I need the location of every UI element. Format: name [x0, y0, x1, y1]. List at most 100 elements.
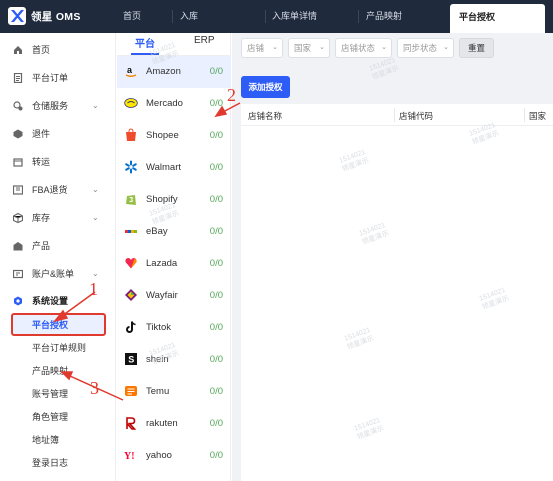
annotation-step-2: 2 — [227, 85, 236, 105]
tab-product-mapping[interactable]: 产品映射 — [366, 0, 402, 33]
table-header: 店铺名称 店铺代码 国家 — [241, 104, 553, 126]
sidebar-subitem-order-rules[interactable]: 平台订单规则 — [32, 339, 86, 357]
order-icon — [13, 73, 23, 83]
product-icon — [13, 242, 23, 251]
shopify-icon — [124, 192, 138, 206]
platform-row-tiktok[interactable]: Tiktok 0/0 — [117, 312, 231, 344]
sidebar-item-label: 系统设置 — [32, 296, 69, 306]
chevron-down-icon: ⌄ — [381, 44, 387, 51]
logo-icon — [8, 7, 26, 25]
home-icon — [14, 46, 22, 54]
sidebar-item-label: 平台订单 — [32, 73, 69, 83]
shein-icon: S — [124, 352, 138, 366]
sidebar-item-home[interactable]: 首页 — [0, 39, 116, 61]
reset-button[interactable]: 重置 — [459, 38, 494, 58]
platform-row-wayfair[interactable]: Wayfair 0/0 — [117, 280, 231, 312]
column-divider — [394, 108, 395, 122]
shopee-icon — [124, 128, 138, 142]
sidebar-item-accounts-billing[interactable]: 账户&账单 ⌄ — [0, 263, 116, 285]
column-divider — [524, 108, 525, 122]
platform-row-rakuten[interactable]: rakuten 0/0 — [117, 408, 231, 440]
sidebar-item-inventory[interactable]: 库存 ⌄ — [0, 207, 116, 229]
store-select-placeholder: 店铺 — [247, 43, 265, 53]
platform-count: 0/0 — [209, 130, 223, 141]
temu-icon — [124, 384, 138, 398]
sidebar-item-label: 产品 — [32, 241, 51, 251]
tab-inbound[interactable]: 入库 — [180, 0, 198, 33]
sidebar-subitem-login-log[interactable]: 登录日志 — [32, 454, 68, 472]
column-header-store-code: 店铺代码 — [399, 111, 434, 121]
platform-count: 0/0 — [209, 194, 223, 205]
sidebar-subitem-account-management[interactable]: 账号管理 — [32, 385, 68, 403]
sidebar-item-returns[interactable]: 退件 — [0, 123, 116, 145]
platform-row-temu[interactable]: Temu 0/0 — [117, 376, 231, 408]
sidebar-subitem-address-book[interactable]: 地址簿 — [32, 431, 59, 449]
sidebar: 首页 平台订单 仓储服务 ⌄ 退件 转运 FBA退货 ⌄ 库存 ⌄ 产品 账户&… — [0, 33, 116, 481]
svg-text:Y!: Y! — [124, 451, 135, 462]
sidebar-item-label: 账户&账单 — [32, 269, 75, 279]
platform-row-yahoo[interactable]: Y! yahoo 0/0 — [117, 440, 231, 472]
account-icon — [13, 269, 23, 279]
sidebar-item-system-settings[interactable]: 系统设置 — [0, 290, 116, 312]
platform-count: 0/0 — [209, 290, 223, 301]
sync-status-placeholder: 同步状态 — [403, 43, 438, 53]
sidebar-item-warehouse-service[interactable]: 仓储服务 ⌄ — [0, 95, 116, 117]
sidebar-item-fba-returns[interactable]: FBA退货 ⌄ — [0, 179, 116, 201]
store-status-select[interactable]: 店铺状态 ⌄ — [335, 38, 392, 58]
transfer-icon — [13, 158, 23, 167]
sidebar-item-platform-orders[interactable]: 平台订单 — [0, 67, 116, 89]
main-content: 店铺 ⌄ 国家 ⌄ 店铺状态 ⌄ 同步状态 ⌄ 重置 添加授权 店铺名称 店铺代… — [232, 33, 553, 481]
store-select[interactable]: 店铺 ⌄ — [241, 38, 283, 58]
platform-row-ebay[interactable]: eBay 0/0 — [117, 216, 231, 248]
platform-count: 0/0 — [209, 226, 223, 237]
sidebar-item-products[interactable]: 产品 — [0, 235, 116, 257]
chevron-down-icon: ⌄ — [92, 213, 99, 222]
chevron-down-icon: ⌄ — [443, 44, 449, 51]
platform-panel: 平台 ERP a Amazon 0/0 Mercado 0/0 Shopee 0… — [117, 33, 231, 481]
platform-count: 0/0 — [209, 162, 223, 173]
sync-status-select[interactable]: 同步状态 ⌄ — [397, 38, 454, 58]
sidebar-item-label: 首页 — [32, 45, 51, 55]
chevron-down-icon: ⌄ — [272, 44, 278, 51]
platform-count: 0/0 — [209, 386, 223, 397]
platform-row-shopee[interactable]: Shopee 0/0 — [117, 120, 231, 152]
platform-name: eBay — [146, 226, 168, 237]
chevron-down-icon: ⌄ — [92, 185, 99, 194]
platform-name: Tiktok — [146, 322, 171, 333]
yahoo-icon: Y! — [124, 448, 138, 462]
platform-row-lazada[interactable]: Lazada 0/0 — [117, 248, 231, 280]
platform-count: 0/0 — [209, 98, 223, 109]
walmart-icon — [124, 160, 138, 174]
platform-name: yahoo — [146, 450, 172, 461]
platform-name: rakuten — [146, 418, 178, 429]
sidebar-item-transfer[interactable]: 转运 — [0, 151, 116, 173]
store-status-placeholder: 店铺状态 — [341, 43, 376, 53]
platform-name: Temu — [146, 386, 170, 397]
lazada-icon — [124, 256, 138, 270]
tab-erp[interactable]: ERP — [194, 35, 215, 46]
tab-divider — [172, 10, 173, 23]
sidebar-item-label: 转运 — [32, 157, 51, 167]
platform-row-amazon[interactable]: a Amazon 0/0 — [117, 56, 231, 88]
warehouse-icon — [13, 101, 23, 111]
platform-name: Walmart — [146, 162, 182, 173]
sidebar-subitem-platform-auth[interactable]: 平台授权 — [11, 313, 106, 336]
tab-platform-auth[interactable]: 平台授权 — [450, 4, 545, 33]
sidebar-subitem-label: 平台授权 — [32, 320, 69, 330]
platform-row-walmart[interactable]: Walmart 0/0 — [117, 152, 231, 184]
country-select-placeholder: 国家 — [294, 43, 312, 53]
sidebar-subitem-product-mapping[interactable]: 产品映射 — [32, 362, 68, 380]
sidebar-subitem-role-management[interactable]: 角色管理 — [32, 408, 68, 426]
add-authorization-button[interactable]: 添加授权 — [241, 76, 290, 98]
chevron-down-icon: ⌄ — [319, 44, 325, 51]
amazon-icon: a — [124, 64, 138, 78]
fba-icon — [13, 185, 23, 195]
tab-inbound-detail[interactable]: 入库单详情 — [272, 0, 317, 33]
platform-row-mercado[interactable]: Mercado 0/0 — [117, 88, 231, 120]
country-select[interactable]: 国家 ⌄ — [288, 38, 330, 58]
inventory-icon — [13, 213, 23, 223]
settings-icon — [14, 296, 22, 306]
tab-home[interactable]: 首页 — [123, 0, 141, 33]
tiktok-icon — [124, 320, 138, 334]
platform-count: 0/0 — [209, 450, 223, 461]
